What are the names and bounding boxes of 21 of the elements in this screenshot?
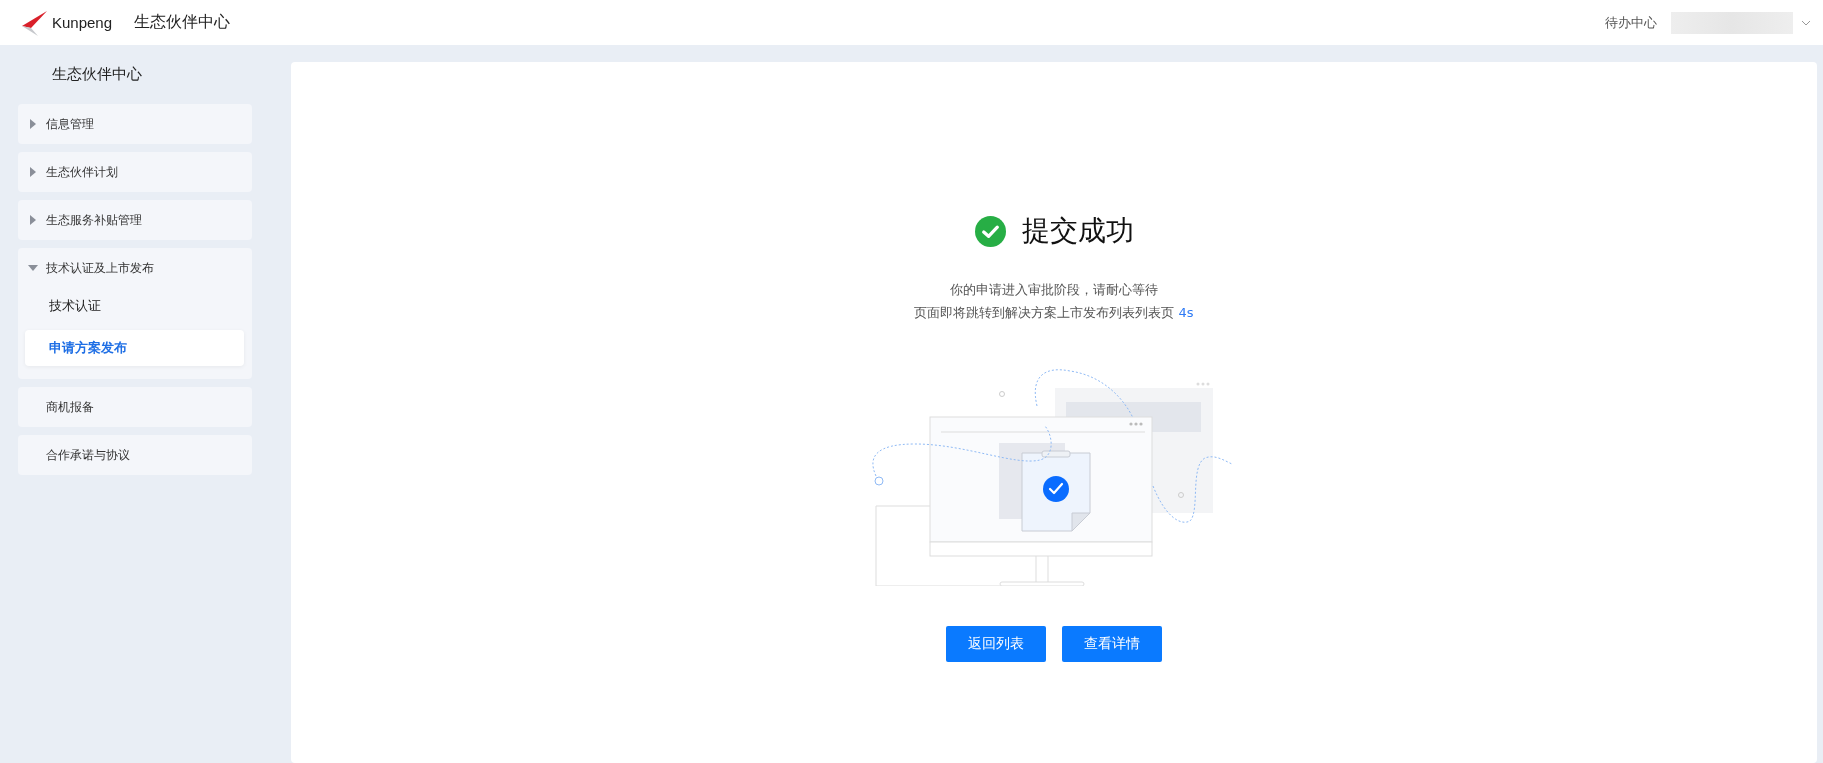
logo-text: Kunpeng (52, 14, 113, 31)
todo-center-link[interactable]: 待办中心 (1605, 13, 1657, 32)
menu-item[interactable]: 合作承诺与协议 (18, 435, 252, 475)
menu-group[interactable]: 生态服务补贴管理 (18, 200, 252, 240)
submenu-item[interactable]: 申请方案发布 (25, 330, 244, 366)
redirect-message: 页面即将跳转到解决方案上市发布列表列表页 (914, 305, 1175, 320)
menu-item[interactable]: 商机报备 (18, 387, 252, 427)
site-title: 生态伙伴中心 (134, 12, 231, 33)
countdown: 4s (1178, 305, 1194, 320)
action-button[interactable]: 返回列表 (946, 626, 1046, 662)
result-message: 你的申请进入审批阶段，请耐心等待 (949, 281, 1159, 299)
chevron-down-icon[interactable] (1801, 19, 1811, 26)
result-title: 提交成功 (1021, 213, 1134, 249)
logo-icon (20, 8, 48, 37)
submenu-item[interactable]: 技术认证 (25, 288, 244, 324)
success-check-icon (974, 215, 1006, 247)
menu-group[interactable]: 技术认证及上市发布 (18, 248, 252, 288)
menu-group[interactable]: 信息管理 (18, 104, 252, 144)
action-button[interactable]: 查看详情 (1062, 626, 1162, 662)
sidebar-title: 生态伙伴中心 (52, 65, 143, 84)
menu-group[interactable]: 生态伙伴计划 (18, 152, 252, 192)
